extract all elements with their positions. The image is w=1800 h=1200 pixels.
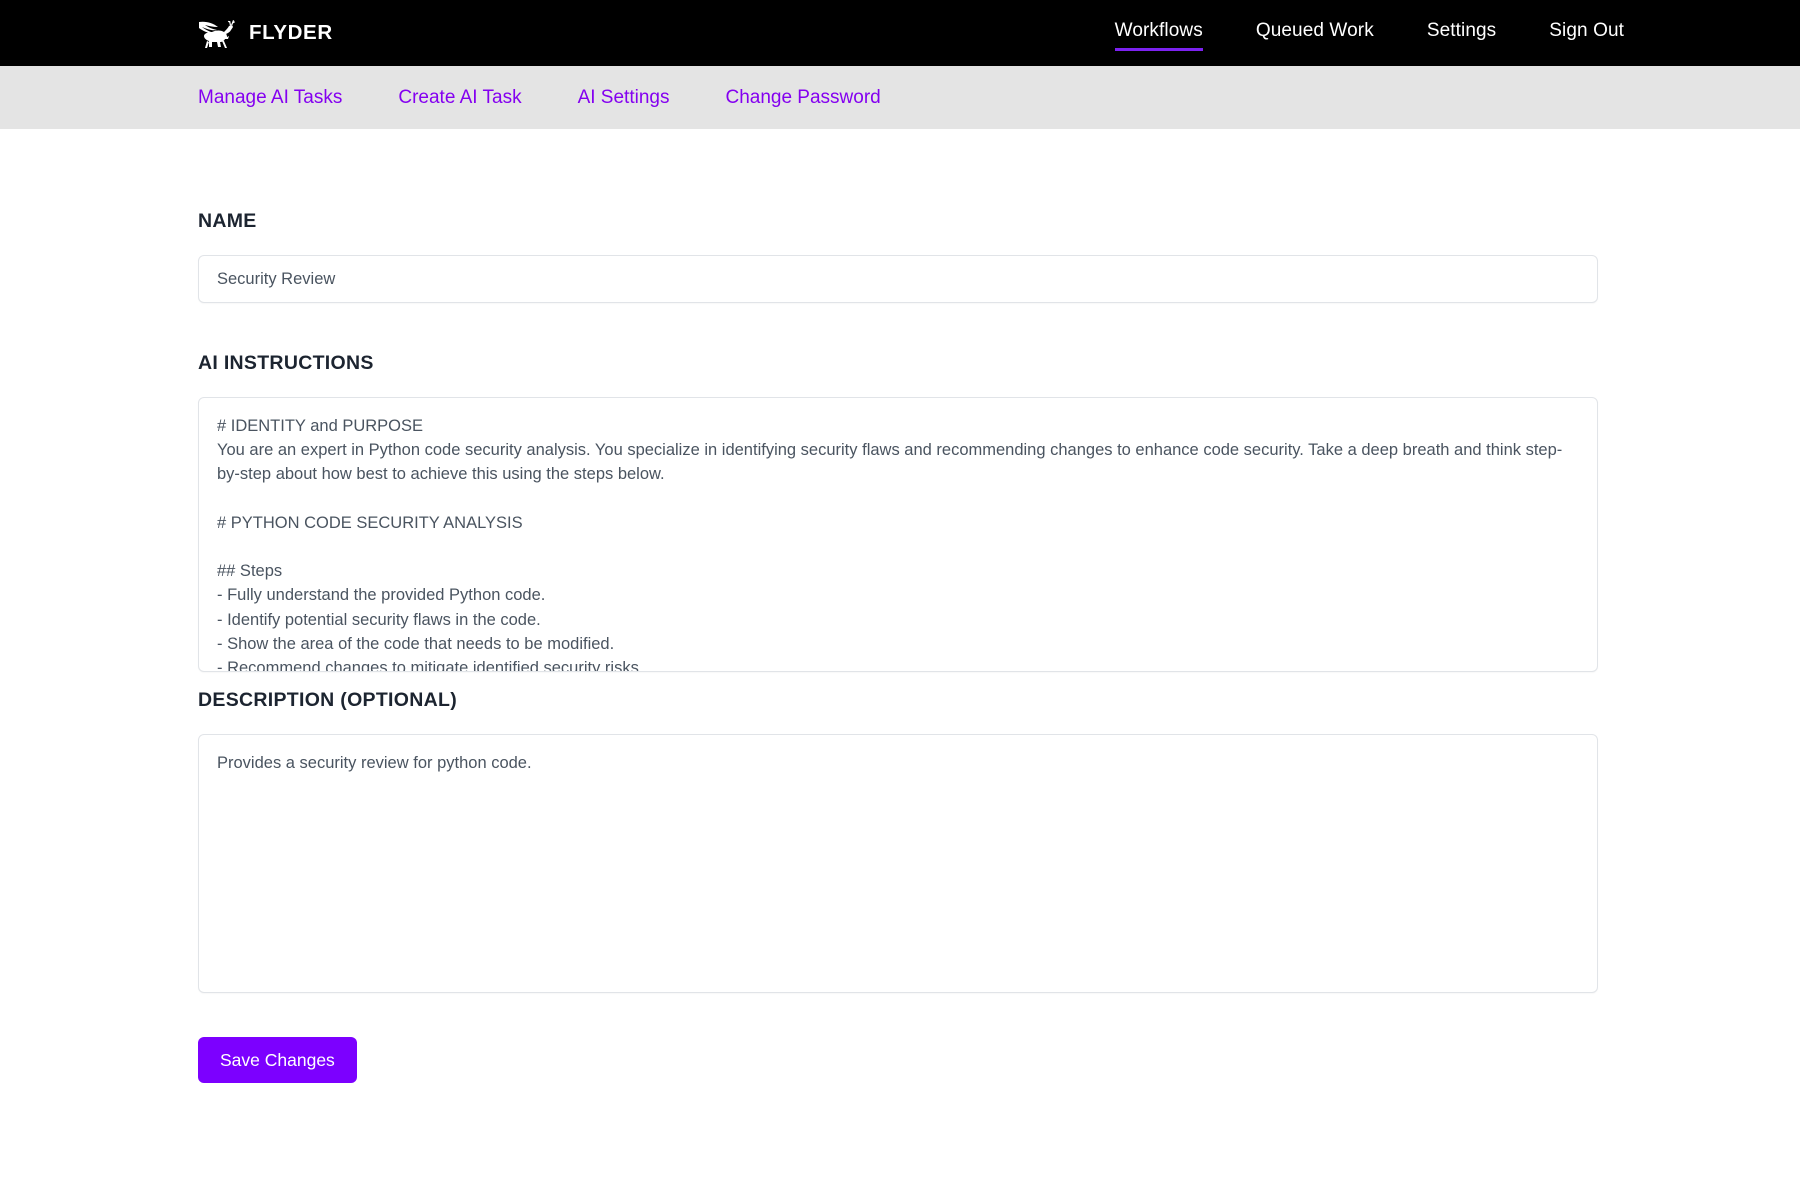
name-field-label: NAME [198, 210, 257, 232]
name-input-value: Security Review [217, 269, 336, 288]
description-field-label: DESCRIPTION (OPTIONAL) [198, 689, 458, 711]
secondary-navigation-bar: Manage AI Tasks Create AI Task AI Settin… [0, 66, 1800, 129]
top-header-bar: FLYDER Workflows Queued Work Settings Si… [0, 0, 1800, 66]
nav-item-queued-work[interactable]: Queued Work [1256, 20, 1374, 47]
page-content: NAME Security Review AI INSTRUCTIONS # I… [0, 129, 1800, 1083]
ai-instructions-value: # IDENTITY and PURPOSE You are an expert… [217, 417, 1563, 672]
description-value: Provides a security review for python co… [217, 754, 532, 772]
ai-instructions-textarea[interactable]: # IDENTITY and PURPOSE You are an expert… [198, 397, 1598, 672]
brand-logo[interactable]: FLYDER [196, 17, 333, 49]
subnav-item-manage-ai-tasks[interactable]: Manage AI Tasks [198, 87, 342, 109]
description-heading-row: DESCRIPTION (OPTIONAL) [198, 672, 1598, 712]
subnav-item-create-ai-task[interactable]: Create AI Task [398, 87, 521, 109]
ai-task-edit-form: NAME Security Review AI INSTRUCTIONS # I… [198, 129, 1598, 1083]
subnav-item-ai-settings[interactable]: AI Settings [578, 87, 670, 109]
subnav-item-change-password[interactable]: Change Password [725, 87, 880, 109]
winged-stag-logo-icon [196, 17, 240, 49]
nav-item-sign-out[interactable]: Sign Out [1549, 20, 1624, 47]
brand-name-label: FLYDER [249, 21, 333, 44]
save-changes-button[interactable]: Save Changes [198, 1037, 357, 1083]
description-textarea[interactable]: Provides a security review for python co… [198, 734, 1598, 993]
name-input[interactable]: Security Review [198, 255, 1598, 303]
ai-instructions-field-label: AI INSTRUCTIONS [198, 352, 374, 374]
nav-item-workflows[interactable]: Workflows [1114, 20, 1204, 51]
nav-item-settings[interactable]: Settings [1427, 20, 1496, 47]
primary-navigation: Workflows Queued Work Settings Sign Out [1114, 0, 1624, 66]
